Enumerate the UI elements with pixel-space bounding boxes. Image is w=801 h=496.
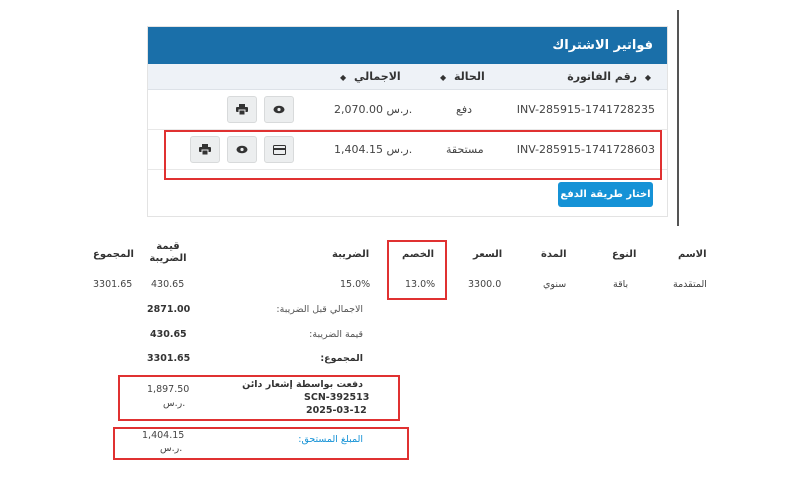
invoice-number: INV-285915-1741728235 xyxy=(516,103,655,116)
tax-label: قيمة الضريبة: xyxy=(309,329,363,340)
card-title: فواتير الاشتراك xyxy=(148,27,667,64)
column-header-total[interactable]: ◆ الاجمالي xyxy=(336,70,401,83)
invoice-total: 2,070.00 ر.س. xyxy=(334,103,413,116)
view-button[interactable] xyxy=(264,96,294,123)
before-tax-label: الاجمالي قبل الضريبة: xyxy=(276,304,363,315)
column-header-tax: الضريبة xyxy=(332,249,370,260)
item-duration: سنوي xyxy=(543,279,567,290)
printer-icon xyxy=(236,104,248,115)
item-type: باقة xyxy=(613,279,629,290)
item-name: المتقدمة xyxy=(673,279,707,290)
sort-icon: ◆ xyxy=(644,73,651,82)
credit-note-currency: ر.س. xyxy=(163,398,186,409)
amount-due-label: المبلغ المستحق: xyxy=(298,434,363,445)
eye-icon xyxy=(273,105,285,114)
vertical-divider xyxy=(677,10,679,226)
item-tax: 15.0% xyxy=(340,279,371,290)
item-tax-value: 430.65 xyxy=(151,279,185,290)
highlight-due-invoice xyxy=(164,130,662,180)
amount-due-currency: ر.س. xyxy=(160,443,183,454)
column-header-tax-value: قيمة الضريبة xyxy=(149,241,187,264)
total-value: 3301.65 xyxy=(147,353,191,364)
tax-value: 430.65 xyxy=(150,329,187,340)
sort-icon: ◆ xyxy=(440,73,447,82)
column-header-total: المجموع xyxy=(93,249,134,260)
credit-note-number: SCN-392513 xyxy=(304,392,370,403)
column-header-name: الاسم xyxy=(678,249,707,260)
credit-note-date: 2025-03-12 xyxy=(306,405,367,416)
sort-icon: ◆ xyxy=(340,73,347,82)
amount-due-value: 1,404.15 xyxy=(142,430,185,441)
table-header: رقم الفاتورة ◆ ◆ الحالة ◆ الاجمالي xyxy=(148,64,667,90)
table-row: INV-285915-1741728235 دفع 2,070.00 ر.س. xyxy=(148,90,667,130)
column-header-price: السعر xyxy=(473,249,503,260)
invoice-status: دفع xyxy=(456,103,473,116)
credit-note-amount: 1,897.50 xyxy=(147,384,190,395)
column-header-number[interactable]: رقم الفاتورة ◆ xyxy=(567,70,655,83)
item-total: 3301.65 xyxy=(93,279,133,290)
subscription-invoices-card: فواتير الاشتراك رقم الفاتورة ◆ ◆ الحالة … xyxy=(147,26,668,217)
print-button[interactable] xyxy=(227,96,257,123)
column-header-status[interactable]: ◆ الحالة xyxy=(436,70,485,83)
credit-note-label: دفعت بواسطة إشعار دائن xyxy=(242,379,363,390)
total-label: المجموع: xyxy=(320,353,363,364)
before-tax-value: 2871.00 xyxy=(147,304,191,315)
highlight-discount xyxy=(387,240,447,300)
item-price: 3300.0 xyxy=(468,279,502,290)
column-header-type: النوع xyxy=(612,249,637,260)
choose-payment-method-button[interactable]: اختار طريقة الدفع xyxy=(558,182,653,207)
column-header-duration: المدة xyxy=(541,249,567,260)
